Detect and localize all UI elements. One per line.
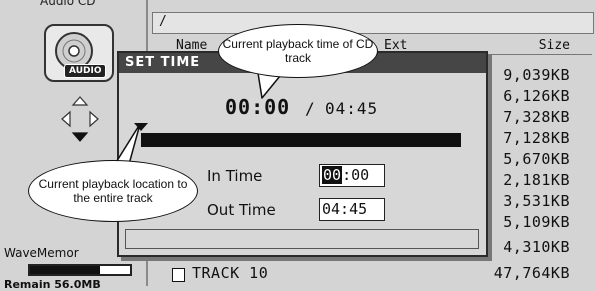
track-name: TRACK 10: [192, 264, 269, 282]
callout-playback-time: Current playback time of CD track: [218, 24, 378, 78]
track-size: 47,764KB: [493, 264, 570, 282]
dialog-status-bar: [125, 229, 479, 249]
audio-cd-icon[interactable]: AUDIO: [44, 24, 114, 82]
remain-label: Remain 56.0MB: [4, 278, 101, 291]
file-size: 7,128KB: [503, 129, 570, 147]
dialog-title: SET TIME: [125, 55, 201, 70]
file-size: 5,109KB: [503, 213, 570, 231]
file-size: 2,181KB: [503, 171, 570, 189]
out-time-field[interactable]: 04:45: [319, 198, 385, 221]
in-time-selected-segment: 00: [322, 166, 343, 184]
memory-usage-fill: [30, 266, 100, 274]
navigation-arrows-icon[interactable]: [60, 95, 100, 143]
playhead-marker-icon[interactable]: [134, 123, 148, 131]
in-time-field[interactable]: 00:00: [319, 164, 385, 187]
file-size: 4,310KB: [503, 238, 570, 256]
wavememory-label: WaveMemor: [4, 246, 79, 260]
time-separator: /: [305, 99, 315, 118]
set-time-dialog: SET TIME 00:00 / 04:45 In Time 00:00 Out…: [117, 51, 488, 257]
track-position-bar[interactable]: [141, 133, 461, 147]
file-size: 5,670KB: [503, 150, 570, 168]
audio-badge: AUDIO: [64, 64, 107, 78]
in-time-label: In Time: [207, 167, 263, 185]
in-time-rest: :00: [342, 166, 370, 184]
list-item-track-10[interactable]: TRACK 10 47,764KB: [152, 264, 592, 284]
file-size: 9,039KB: [503, 66, 570, 84]
file-size: 6,126KB: [503, 87, 570, 105]
total-time: 04:45: [325, 99, 379, 118]
file-icon: [172, 268, 185, 282]
file-size: 3,531KB: [503, 192, 570, 210]
memory-usage-bar: [28, 264, 132, 276]
callout-playback-location: Current playback location to the entire …: [28, 160, 198, 222]
current-time: 00:00: [225, 95, 291, 119]
out-time-label: Out Time: [207, 201, 276, 219]
source-label: Audio CD: [40, 0, 96, 8]
file-size: 7,328KB: [503, 108, 570, 126]
